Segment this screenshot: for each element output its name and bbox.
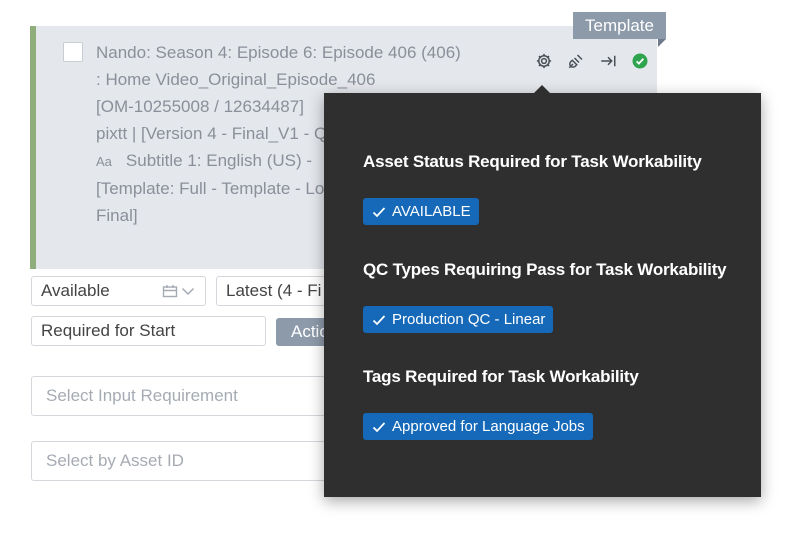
qc-type-badge: Production QC - Linear	[363, 306, 554, 333]
check-icon	[372, 314, 386, 325]
asset-status-heading: Asset Status Required for Task Workabili…	[363, 152, 702, 171]
gear-icon[interactable]	[533, 50, 555, 72]
tag-badge-label: Approved for Language Jobs	[392, 418, 585, 435]
input-requirement-field[interactable]: Select Input Requirement	[31, 376, 336, 416]
asset-status-badge-label: AVAILABLE	[392, 203, 471, 220]
workability-popover: Asset Status Required for Task Workabili…	[324, 85, 761, 497]
chevron-down-icon	[181, 287, 195, 296]
text-format-icon: Aa	[96, 154, 112, 169]
qc-type-badge-label: Production QC - Linear	[392, 311, 546, 328]
requirement-select-value: Required for Start	[41, 321, 176, 340]
asset-subtitle-text: Subtitle 1: English (US) -	[125, 151, 313, 170]
status-select[interactable]: Available	[31, 276, 206, 306]
status-select-value: Available	[41, 281, 110, 300]
requirement-select[interactable]: Required for Start	[31, 316, 266, 346]
check-icon	[372, 206, 386, 217]
asset-status-section: Asset Status Required for Task Workabili…	[363, 151, 702, 225]
qc-types-section: QC Types Requiring Pass for Task Workabi…	[363, 259, 727, 333]
asset-status-badge: AVAILABLE	[363, 198, 479, 225]
qc-types-heading: QC Types Requiring Pass for Task Workabi…	[363, 260, 727, 279]
version-select-value: Latest (4 - Fi	[226, 281, 322, 300]
calendar-icon	[162, 285, 178, 298]
template-tag: Template	[573, 12, 666, 47]
check-circle-icon	[629, 50, 651, 72]
tags-heading: Tags Required for Task Workability	[363, 367, 639, 386]
asset-checkbox[interactable]	[63, 42, 83, 62]
plug-icon[interactable]	[565, 50, 587, 72]
version-select[interactable]: Latest (4 - Fi	[216, 276, 336, 306]
asset-id-field[interactable]: Select by Asset ID	[31, 441, 336, 481]
tags-section: Tags Required for Task Workability Appro…	[363, 366, 639, 440]
arrow-to-right-icon[interactable]	[597, 50, 619, 72]
status-select-controls	[162, 284, 195, 298]
check-icon	[372, 421, 386, 432]
tag-badge: Approved for Language Jobs	[363, 413, 593, 440]
card-actions	[533, 50, 651, 72]
